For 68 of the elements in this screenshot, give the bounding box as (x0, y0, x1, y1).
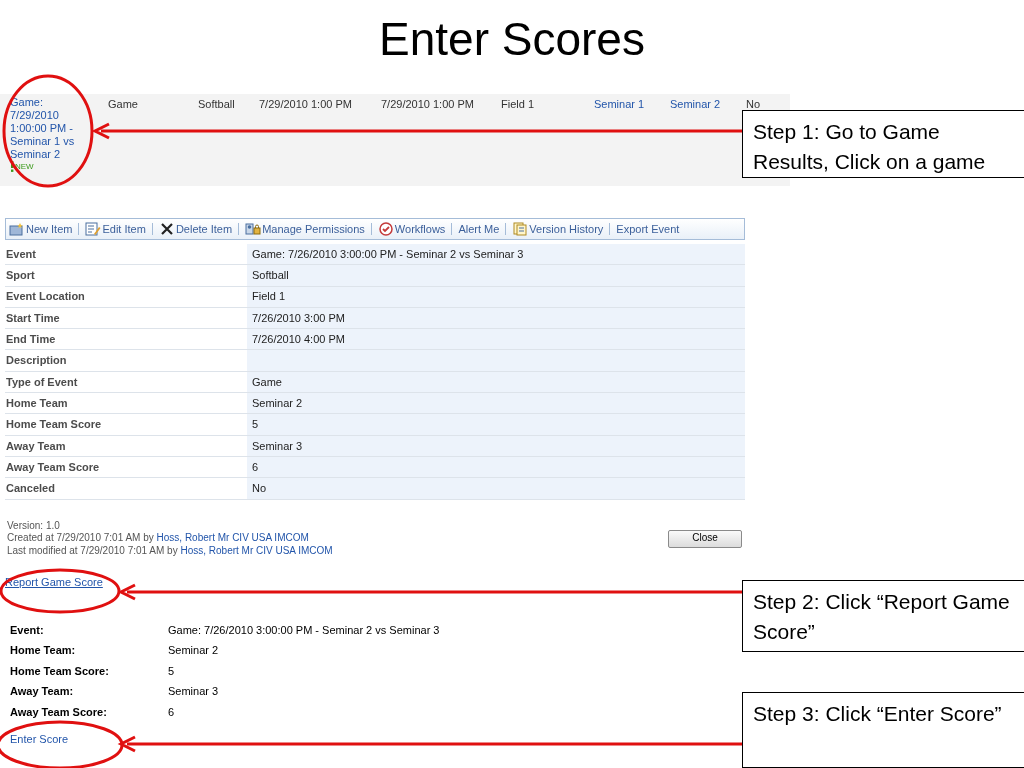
field-label: Event (5, 246, 37, 262)
toolbar-link[interactable]: Delete Item (175, 220, 233, 238)
form-value: Game: 7/26/2010 3:00:00 PM - Seminar 2 vs Seminar 3 (168, 622, 440, 638)
created-text: Created at 7/29/2010 7:01 AM by (7, 532, 154, 544)
new-label: NEW (15, 162, 34, 172)
table-cell-text: No (746, 97, 761, 112)
document-history-icon (512, 222, 529, 236)
team-link[interactable]: Seminar 1 (594, 96, 645, 113)
field-value: Field 1 (247, 286, 745, 307)
field-value: Game: 7/26/2010 3:00:00 PM - Seminar 2 vs Seminar 3 (247, 244, 745, 265)
field-value: No (247, 478, 745, 499)
toolbar-link[interactable]: Workflows (394, 220, 446, 238)
field-label: Away Team (5, 438, 67, 454)
field-label: Sport (5, 268, 36, 284)
form-label: Away Team Score: (10, 704, 108, 720)
toolbar-link[interactable]: Version History (529, 220, 604, 238)
user-link[interactable]: Hoss, Robert Mr CIV USA IMCOM (156, 532, 309, 544)
field-label: Home Team (5, 395, 69, 411)
table-cell-text: Softball (198, 97, 235, 112)
modified-text: Last modified at 7/29/2010 7:01 AM by (7, 544, 178, 556)
form-label: Event: (10, 622, 45, 638)
check-circle-icon (377, 222, 394, 236)
new-document-icon (9, 222, 25, 236)
user-link[interactable]: Hoss, Robert Mr CIV USA IMCOM (180, 544, 333, 556)
enter-score-link[interactable]: Enter Score (10, 731, 69, 748)
form-value: 5 (168, 663, 175, 679)
team-link[interactable]: Seminar 2 (670, 96, 721, 113)
field-value: 7/26/2010 3:00 PM (247, 307, 745, 329)
form-label: Home Team: (10, 643, 77, 659)
field-value: 7/26/2010 4:00 PM (247, 329, 745, 350)
toolbar-link[interactable]: Export Event (616, 220, 680, 238)
close-button[interactable]: Close (668, 529, 742, 548)
form-label: Away Team: (10, 684, 75, 700)
field-value: 6 (247, 456, 745, 478)
field-value: Softball (247, 265, 745, 286)
field-value: Seminar 3 (247, 435, 745, 456)
callout-box: Step 2: Click “Report Game Score” (742, 580, 1024, 652)
callout-box: Step 1: Go to Game Results, Click on a game (742, 110, 1024, 178)
field-label: Canceled (5, 481, 56, 497)
form-value: 6 (168, 704, 175, 720)
toolbar-link[interactable]: New Item (26, 220, 73, 238)
toolbar-link[interactable]: Manage Permissions (262, 220, 365, 238)
edit-document-icon (85, 222, 102, 236)
field-value: 5 (247, 414, 745, 435)
field-label: Description (5, 353, 68, 369)
field-label: End Time (5, 332, 57, 348)
version-text: Version: 1.0 (7, 519, 61, 533)
people-lock-icon (245, 222, 262, 236)
field-label: Type of Event (5, 374, 79, 390)
table-cell-text: Game (108, 97, 138, 112)
field-label: Home Team Score (5, 417, 103, 433)
field-value: Seminar 2 (247, 393, 745, 414)
field-value: Game (247, 371, 745, 393)
form-value: Seminar 2 (168, 643, 219, 659)
field-label: Event Location (5, 289, 86, 305)
callout-box: Step 3: Click “Enter Score” (742, 692, 1024, 768)
field-label: Away Team Score (5, 459, 101, 475)
slide-title: Enter Scores (379, 12, 645, 64)
table-cell-text: 7/29/2010 1:00 PM (259, 97, 352, 112)
form-label: Home Team Score: (10, 663, 110, 679)
field-label: Start Time (5, 310, 61, 326)
toolbar-link[interactable]: Edit Item (102, 220, 146, 238)
toolbar-link[interactable]: Alert Me (458, 220, 500, 238)
table-cell-text: 7/29/2010 1:00 PM (381, 97, 474, 112)
table-cell-text: Field 1 (501, 97, 535, 112)
form-value: Seminar 3 (168, 684, 219, 700)
report-score-link[interactable]: Report Game Score (5, 574, 103, 591)
close-icon (158, 222, 175, 236)
